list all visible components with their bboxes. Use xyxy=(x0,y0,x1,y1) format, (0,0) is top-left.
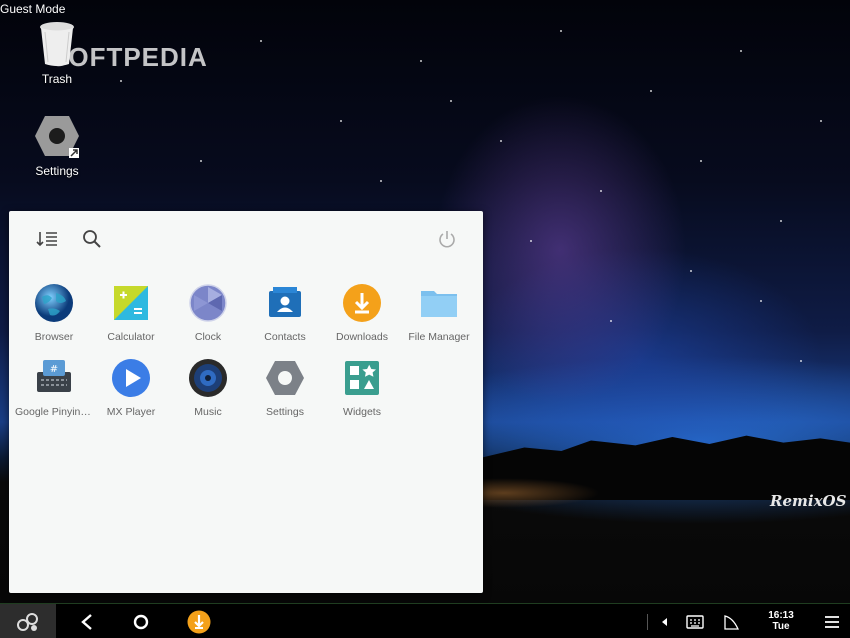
globe-icon xyxy=(35,284,73,322)
notification-center-button[interactable] xyxy=(818,604,846,638)
app-label: Downloads xyxy=(336,331,388,343)
app-label: Settings xyxy=(266,406,304,418)
app-settings[interactable]: Settings xyxy=(246,358,324,418)
keyboard-icon xyxy=(686,614,704,629)
app-file-manager[interactable]: File Manager xyxy=(400,283,478,343)
play-icon xyxy=(112,359,150,397)
horizon-glow xyxy=(480,478,600,508)
back-icon xyxy=(81,613,92,630)
app-label: Browser xyxy=(34,331,74,343)
app-label: Widgets xyxy=(343,406,381,418)
tray-expand-button[interactable] xyxy=(656,604,672,638)
app-label: Contacts xyxy=(264,331,306,343)
remix-os-logo: RemixOS xyxy=(770,492,847,510)
app-clock[interactable]: Clock xyxy=(169,283,247,343)
remix-start-icon xyxy=(17,612,38,631)
trash-icon xyxy=(40,22,74,66)
contacts-icon xyxy=(269,287,301,317)
home-button[interactable] xyxy=(124,604,158,638)
app-label: Clock xyxy=(194,331,222,343)
search-button[interactable] xyxy=(78,225,106,253)
calculator-icon xyxy=(114,286,148,320)
start-menu-panel: Browser Calculator Clock Contacts Downlo… xyxy=(9,211,483,593)
taskbar-divider xyxy=(646,604,648,638)
app-music[interactable]: Music xyxy=(169,358,247,418)
download-icon xyxy=(187,610,211,633)
widgets-icon xyxy=(345,361,379,395)
sort-button[interactable] xyxy=(33,225,61,253)
start-menu-header xyxy=(9,211,483,267)
signal-tray-button[interactable] xyxy=(718,604,744,638)
sort-list-icon xyxy=(36,232,57,247)
speaker-icon xyxy=(189,359,227,397)
desktop-settings[interactable]: Settings xyxy=(12,114,102,178)
folder-icon xyxy=(421,291,457,317)
svg-text:#: # xyxy=(50,364,58,375)
menu-icon xyxy=(825,615,839,628)
clock-icon xyxy=(189,284,227,322)
taskbar-downloads-app[interactable] xyxy=(182,604,216,638)
guest-mode-label: Guest Mode xyxy=(0,2,66,16)
gear-icon xyxy=(266,361,304,395)
app-contacts[interactable]: Contacts xyxy=(246,283,324,343)
signal-icon xyxy=(724,614,739,630)
desktop-trash[interactable]: Trash xyxy=(12,20,102,86)
search-icon xyxy=(83,230,101,248)
app-downloads[interactable]: Downloads xyxy=(323,283,401,343)
app-label: MX Player xyxy=(106,406,156,418)
keyboard-tray-button[interactable] xyxy=(682,604,708,638)
trash-label: Trash xyxy=(41,72,73,86)
app-label: Calculator xyxy=(107,331,155,343)
back-button[interactable] xyxy=(70,604,104,638)
app-calculator[interactable]: Calculator xyxy=(92,283,170,343)
taskbar-clock[interactable]: 16:13 Tue xyxy=(760,610,802,632)
caret-left-icon xyxy=(662,617,667,626)
app-label: Music xyxy=(194,406,222,418)
app-mx-player[interactable]: MX Player xyxy=(92,358,170,418)
settings-label: Settings xyxy=(35,164,79,178)
power-button[interactable] xyxy=(433,225,461,253)
taskbar: 16:13 Tue xyxy=(0,603,850,638)
app-browser[interactable]: Browser xyxy=(15,283,93,343)
settings-hex-icon xyxy=(35,116,79,158)
clock-day: Tue xyxy=(772,621,790,632)
clock-time: 16:13 xyxy=(768,610,794,621)
download-icon xyxy=(343,284,381,322)
home-circle-icon xyxy=(133,614,149,629)
power-icon xyxy=(439,231,455,248)
app-label: File Manager xyxy=(408,331,470,343)
start-button[interactable] xyxy=(0,604,56,638)
keyboard-icon: # xyxy=(37,360,71,392)
app-widgets[interactable]: Widgets xyxy=(323,358,401,418)
app-google-pinyin[interactable]: # Google Pinyin I... xyxy=(15,358,93,418)
app-label: Google Pinyin I... xyxy=(15,406,93,418)
